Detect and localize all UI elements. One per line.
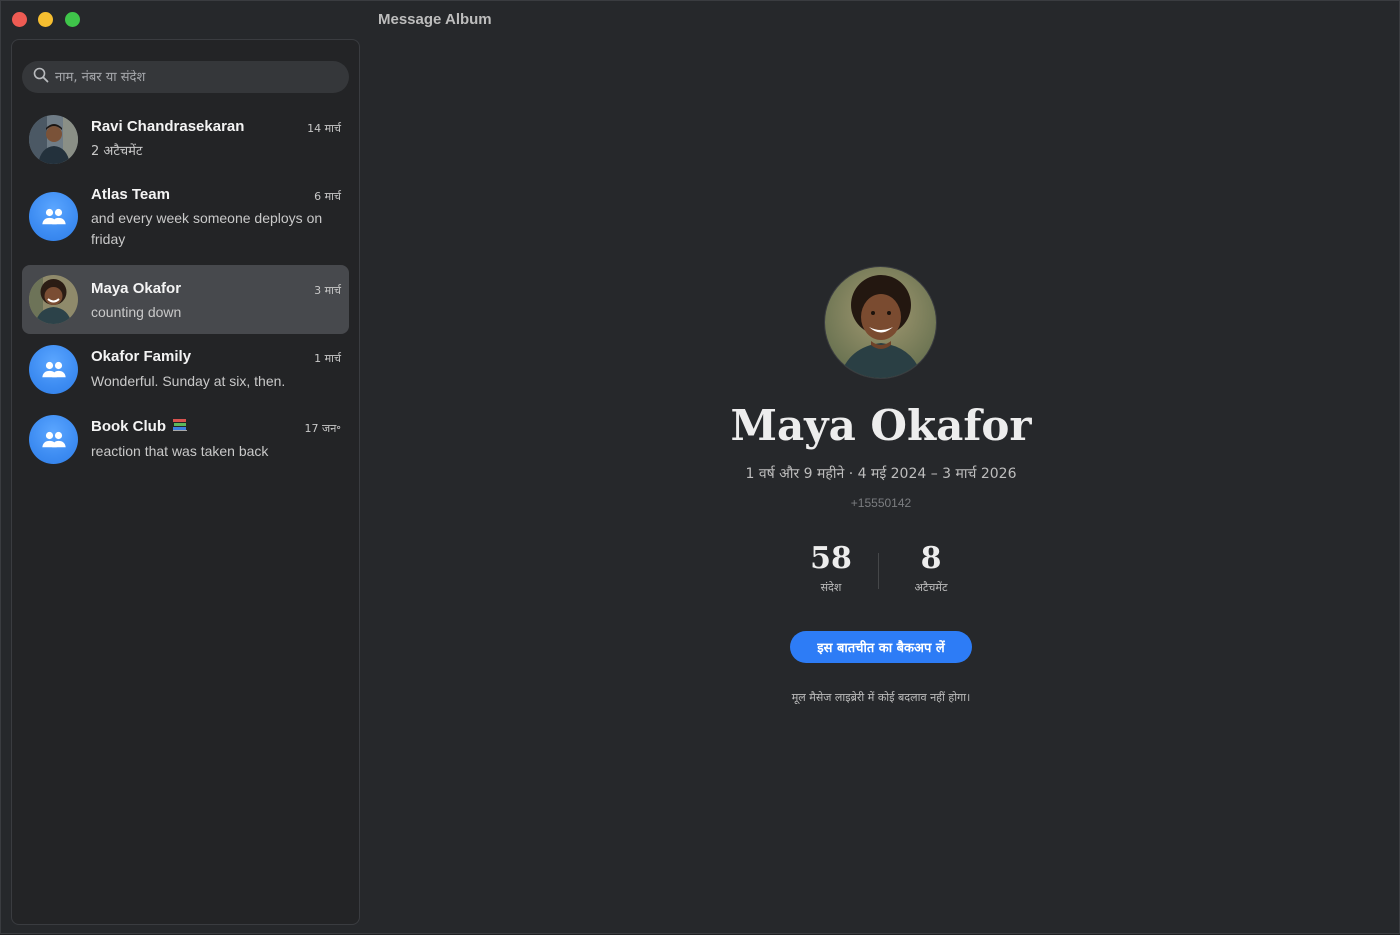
app-window: Message Album नाम, नंबर या संदेश Ravi Ch… <box>0 0 1400 934</box>
conversation-preview: reaction that was taken back <box>91 443 269 459</box>
books-icon <box>172 417 188 437</box>
conversation-date: 3 मार्च <box>314 284 341 297</box>
profile-photo <box>824 266 937 379</box>
conversation-date: 6 मार्च <box>314 190 341 203</box>
conversation-name: Ravi Chandrasekaran <box>91 118 245 135</box>
conversation-preview: 2 अटैचमेंट <box>91 144 143 159</box>
conversation-stats: 58 संदेश 8 अटैचमेंट <box>781 541 981 601</box>
conversation-name: Okafor Family <box>91 348 192 365</box>
library-unchanged-note: मूल मैसेज लाइब्रेरी में कोई बदलाव नहीं ह… <box>791 691 971 704</box>
stats-divider <box>878 553 879 589</box>
conversation-name: Maya Okafor <box>91 280 182 297</box>
stat-value: 8 <box>920 541 942 576</box>
stat-label: संदेश <box>820 581 842 594</box>
conversation-date-range: 1 वर्ष और 9 महीने · 4 मई 2024 – 3 मार्च … <box>745 466 1017 482</box>
search-input[interactable] <box>55 69 349 85</box>
conversation-detail: Maya Okafor 1 वर्ष और 9 महीने · 4 मई 202… <box>361 39 1400 935</box>
conversation-item-ravi-chandrasekaran[interactable]: Ravi Chandrasekaran 14 मार्च 2 अटैचमेंट <box>22 110 349 174</box>
person-photo-icon <box>29 275 78 324</box>
group-icon <box>29 192 78 241</box>
minimize-window-button[interactable] <box>38 12 53 27</box>
stat-value: 58 <box>810 541 852 576</box>
conversation-date: 14 मार्च <box>307 122 341 135</box>
stat-attachments: 8 अटैचमेंट <box>881 541 981 595</box>
conversation-name: Atlas Team <box>91 186 170 203</box>
conversation-date: 17 जन॰ <box>304 422 341 435</box>
conversation-preview: counting down <box>91 304 182 320</box>
conversation-date: 1 मार्च <box>314 352 341 365</box>
conversation-item-book-club[interactable]: Book Club 17 जन॰ reaction that was taken… <box>22 408 349 474</box>
person-photo-icon <box>825 267 936 378</box>
close-window-button[interactable] <box>12 12 27 27</box>
zoom-window-button[interactable] <box>65 12 80 27</box>
conversation-preview: Wonderful. Sunday at six, then. <box>91 373 286 389</box>
person-photo-icon <box>29 115 78 164</box>
stat-label: अटैचमेंट <box>914 581 948 594</box>
backup-conversation-button[interactable]: इस बातचीत का बैकअप लें <box>790 631 972 663</box>
search-bar[interactable] <box>22 61 349 93</box>
sidebar: Ravi Chandrasekaran 14 मार्च 2 अटैचमेंट … <box>11 39 360 925</box>
conversation-item-maya-okafor[interactable]: Maya Okafor 3 मार्च counting down <box>22 265 349 334</box>
stat-messages: 58 संदेश <box>781 541 881 595</box>
group-icon <box>29 345 78 394</box>
search-icon <box>33 67 49 88</box>
conversation-list: Ravi Chandrasekaran 14 मार्च 2 अटैचमेंट … <box>22 110 349 474</box>
contact-name: Maya Okafor <box>730 401 1032 450</box>
group-icon <box>29 415 78 464</box>
conversation-item-atlas-team[interactable]: Atlas Team 6 मार्च and every week someon… <box>22 178 349 262</box>
conversation-item-okafor-family[interactable]: Okafor Family 1 मार्च Wonderful. Sunday … <box>22 338 349 404</box>
contact-phone: +15550142 <box>850 496 912 510</box>
app-title: Message Album <box>378 11 492 28</box>
title-bar: Message Album <box>1 1 1399 39</box>
conversation-name: Book Club <box>91 417 188 437</box>
conversation-preview: and every week someone deploys on friday <box>91 210 323 247</box>
